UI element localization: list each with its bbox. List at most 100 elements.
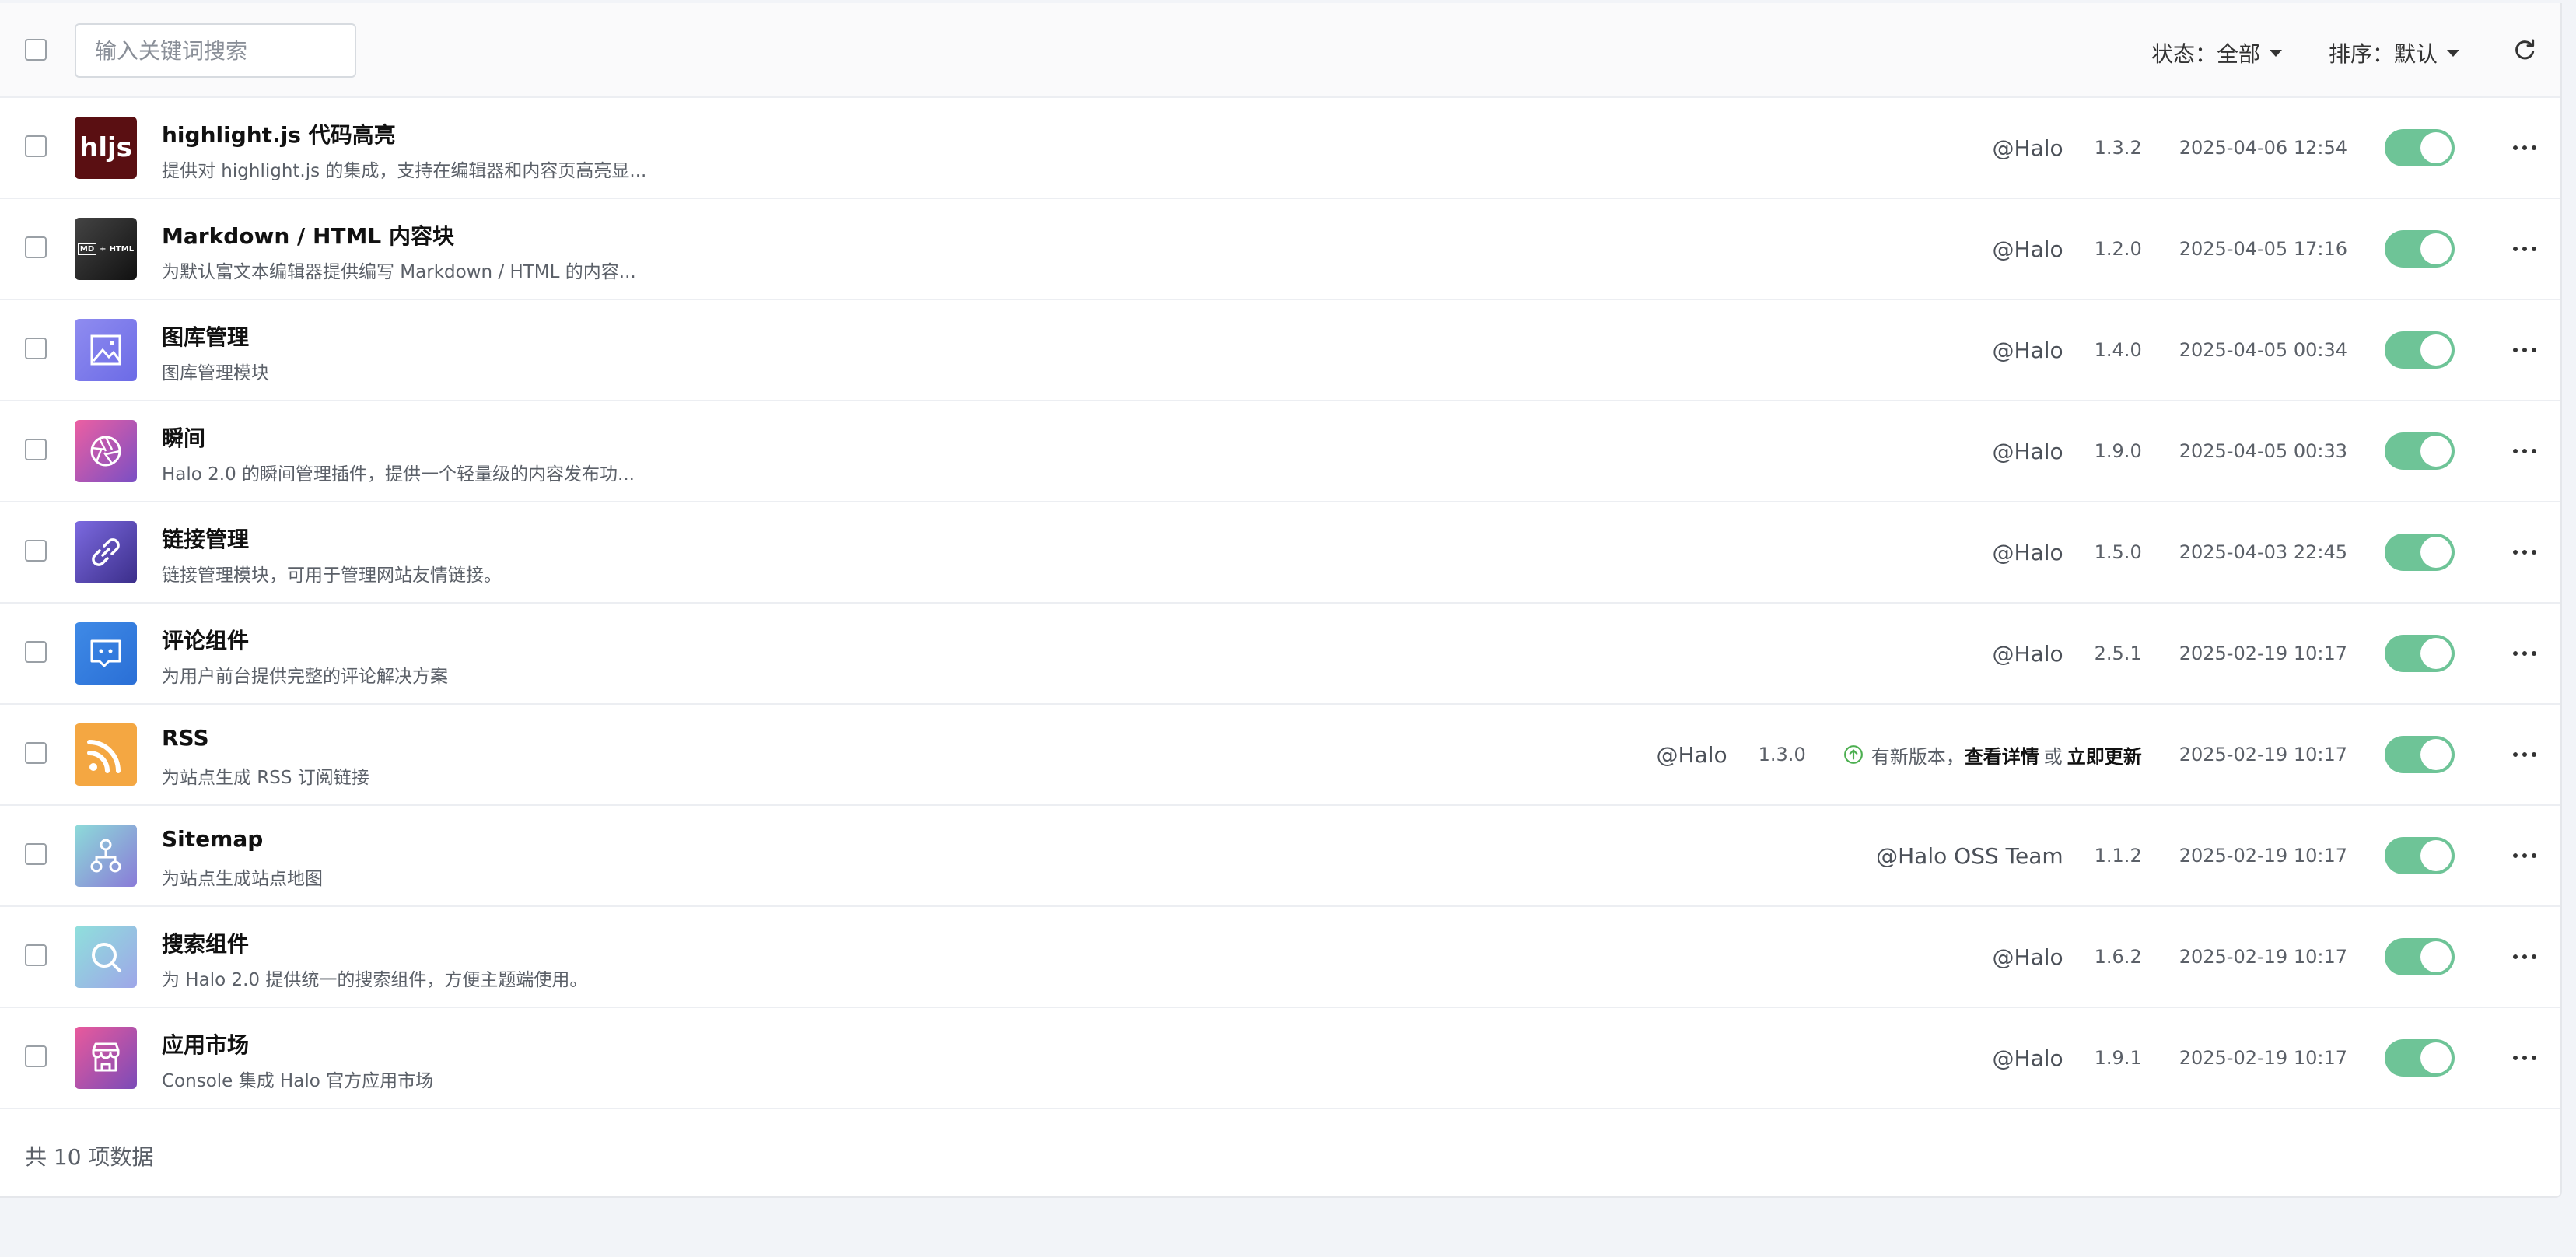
more-options-icon[interactable] [2512,1050,2537,1066]
plugin-row-4[interactable]: 瞬间 Halo 2.0 的瞬间管理插件，提供一个轻量级的内容发布功... @Ha… [0,401,2560,502]
plugin-author[interactable]: @Halo [1993,338,2063,363]
plugin-row-10[interactable]: 应用市场 Console 集成 Halo 官方应用市场 @Halo 1.9.1 … [0,1008,2560,1109]
plugin-enable-toggle[interactable] [2385,1039,2455,1077]
plugin-title[interactable]: 瞬间 [162,422,205,453]
plugin-version: 1.6.2 [2094,946,2142,968]
row-checkbox[interactable] [25,742,47,764]
plugin-meta: @Halo 1.9.0 2025-04-05 00:33 [1993,401,2455,501]
arrow-up-circle-icon [1843,745,1863,764]
plugin-meta: @Halo 1.3.0 有新版本， 查看详情 或 立即更新 2025-02-19… [1657,705,2455,804]
plugin-description: 为 Halo 2.0 提供统一的搜索组件，方便主题端使用。 [162,970,588,990]
plugin-enable-toggle[interactable] [2385,230,2455,268]
plugin-row-6[interactable]: 评论组件 为用户前台提供完整的评论解决方案 @Halo 2.5.1 2025-0… [0,604,2560,705]
plugin-enable-toggle[interactable] [2385,837,2455,874]
plugin-title[interactable]: 评论组件 [162,624,249,655]
plugin-title[interactable]: Sitemap [162,826,263,852]
plugin-author[interactable]: @Halo [1993,540,2063,565]
plugin-author[interactable]: @Halo [1993,944,2063,970]
plugin-meta: @Halo 1.9.1 2025-02-19 10:17 [1993,1008,2455,1108]
row-checkbox[interactable] [25,641,47,663]
plugin-meta: @Halo OSS Team 1.1.2 2025-02-19 10:17 [1876,806,2455,905]
chevron-down-icon [2447,49,2459,57]
plugin-installed-date: 2025-02-19 10:17 [2179,1047,2347,1069]
plugin-description: 为默认富文本编辑器提供编写 Markdown / HTML 的内容... [162,262,636,282]
more-options-icon[interactable] [2512,848,2537,863]
plugin-version: 1.4.0 [2094,339,2142,361]
row-checkbox[interactable] [25,944,47,966]
plugin-title[interactable]: highlight.js 代码高亮 [162,118,396,149]
plugin-description: Console 集成 Halo 官方应用市场 [162,1071,434,1091]
row-checkbox[interactable] [25,439,47,460]
plugin-installed-date: 2025-02-19 10:17 [2179,845,2347,867]
plugin-row-2[interactable]: MD + HTML Markdown / HTML 内容块 为默认富文本编辑器提供编… [0,199,2560,300]
plugin-enable-toggle[interactable] [2385,736,2455,773]
plugin-title[interactable]: RSS [162,725,209,751]
more-options-icon[interactable] [2512,342,2537,358]
plugin-enable-toggle[interactable] [2385,331,2455,369]
row-checkbox[interactable] [25,338,47,359]
plugin-row-8[interactable]: Sitemap 为站点生成站点地图 @Halo OSS Team 1.1.2 2… [0,806,2560,907]
more-options-icon[interactable] [2512,949,2537,965]
plugin-installed-date: 2025-04-05 00:34 [2179,339,2347,361]
plugin-version: 1.1.2 [2094,845,2142,867]
more-options-icon[interactable] [2512,544,2537,560]
plugin-row-5[interactable]: 链接管理 链接管理模块，可用于管理网站友情链接。 @Halo 1.5.0 202… [0,502,2560,604]
row-checkbox[interactable] [25,1045,47,1067]
status-filter-value: 全部 [2216,41,2260,67]
plugin-row-1[interactable]: hljs highlight.js 代码高亮 提供对 highlight.js … [0,98,2560,199]
plugin-author[interactable]: @Halo [1657,742,1727,768]
row-checkbox[interactable] [25,236,47,258]
plugin-author[interactable]: @Halo [1993,439,2063,464]
plugin-author[interactable]: @Halo [1993,641,2063,667]
plugin-list-panel: 状态： 全部 排序： 默认 hljs highlight.js 代码高亮 提供对… [0,3,2562,1198]
status-filter-label: 状态： [2151,41,2217,67]
rss-icon [75,723,137,786]
more-options-icon[interactable] [2512,747,2537,762]
more-options-icon[interactable] [2512,646,2537,661]
plugin-description: 为站点生成站点地图 [162,869,323,889]
link-icon [75,521,137,583]
sort-dropdown[interactable]: 排序： 默认 [2329,37,2459,68]
plugin-enable-toggle[interactable] [2385,635,2455,672]
status-filter-dropdown[interactable]: 状态： 全部 [2151,37,2282,68]
search-icon [75,926,137,988]
search-input[interactable] [75,23,356,78]
view-details-link[interactable]: 查看详情 [1965,741,2039,769]
plugin-meta: @Halo 2.5.1 2025-02-19 10:17 [1993,604,2455,703]
more-options-icon[interactable] [2512,241,2537,257]
plugin-title[interactable]: 链接管理 [162,523,249,554]
select-all-checkbox[interactable] [25,39,47,61]
plugin-enable-toggle[interactable] [2385,432,2455,470]
row-checkbox[interactable] [25,843,47,865]
plugin-row-3[interactable]: 图库管理 图库管理模块 @Halo 1.4.0 2025-04-05 00:34 [0,300,2560,401]
plugin-author[interactable]: @Halo OSS Team [1876,843,2063,869]
plugin-author[interactable]: @Halo [1993,236,2063,262]
plugin-enable-toggle[interactable] [2385,129,2455,166]
plugin-title[interactable]: 应用市场 [162,1028,249,1059]
plugin-title[interactable]: 搜索组件 [162,927,249,958]
plugin-row-7[interactable]: RSS 为站点生成 RSS 订阅链接 @Halo 1.3.0 有新版本， 查看详… [0,705,2560,806]
image-gallery-icon [75,319,137,381]
plugin-description: 图库管理模块 [162,363,269,383]
plugin-row-9[interactable]: 搜索组件 为 Halo 2.0 提供统一的搜索组件，方便主题端使用。 @Halo… [0,907,2560,1008]
plugin-title[interactable]: Markdown / HTML 内容块 [162,219,454,250]
plugin-installed-date: 2025-02-19 10:17 [2179,946,2347,968]
row-checkbox[interactable] [25,135,47,157]
update-now-link[interactable]: 立即更新 [2067,741,2142,769]
plugin-author[interactable]: @Halo [1993,1045,2063,1071]
plugin-version: 1.2.0 [2094,238,2142,260]
refresh-icon[interactable] [2512,37,2537,62]
plugin-enable-toggle[interactable] [2385,938,2455,975]
plugin-description: 为站点生成 RSS 订阅链接 [162,768,369,788]
more-options-icon[interactable] [2512,443,2537,459]
row-checkbox[interactable] [25,540,47,562]
plugin-meta: @Halo 1.5.0 2025-04-03 22:45 [1993,502,2455,602]
plugin-installed-date: 2025-04-05 00:33 [2179,440,2347,462]
plugin-version: 2.5.1 [2094,643,2142,664]
plugin-enable-toggle[interactable] [2385,534,2455,571]
plugin-installed-date: 2025-04-05 17:16 [2179,238,2347,260]
more-options-icon[interactable] [2512,140,2537,156]
plugin-title[interactable]: 图库管理 [162,320,249,352]
plugin-version: 1.5.0 [2094,541,2142,563]
plugin-author[interactable]: @Halo [1993,135,2063,161]
